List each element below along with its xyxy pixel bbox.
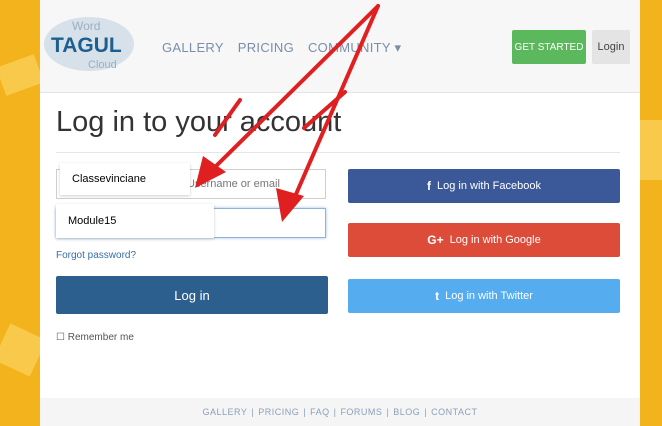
twitter-icon: t bbox=[435, 289, 440, 303]
tagul-logo[interactable]: Word TAGUL Cloud bbox=[42, 14, 136, 74]
footer-forums[interactable]: FORUMS bbox=[340, 407, 382, 417]
page-frame: Word TAGUL Cloud GALLERY PRICING COMMUNI… bbox=[40, 0, 640, 426]
login-button[interactable]: Log in bbox=[56, 276, 328, 314]
footer-contact[interactable]: CONTACT bbox=[431, 407, 477, 417]
divider bbox=[56, 152, 620, 153]
nav-community[interactable]: COMMUNITY ▾ bbox=[308, 40, 401, 56]
google-plus-icon: G+ bbox=[427, 233, 444, 247]
background-stripe bbox=[640, 120, 662, 180]
page-title: Log in to your account bbox=[56, 106, 342, 138]
twitter-login-label: Log in with Twitter bbox=[445, 290, 533, 302]
forgot-password-link[interactable]: Forgot password? bbox=[56, 250, 136, 261]
google-login-button[interactable]: G+ Log in with Google bbox=[348, 223, 620, 257]
nav-gallery[interactable]: GALLERY bbox=[162, 40, 224, 55]
header-login-button[interactable]: Login bbox=[592, 30, 630, 64]
footer-blog[interactable]: BLOG bbox=[393, 407, 420, 417]
logo-word: Word bbox=[72, 19, 100, 33]
twitter-login-button[interactable]: t Log in with Twitter bbox=[348, 279, 620, 313]
google-login-label: Log in with Google bbox=[449, 234, 541, 246]
remember-me-checkbox[interactable]: ☐ Remember me bbox=[56, 332, 134, 343]
logo-text: TAGUL bbox=[51, 34, 122, 57]
site-header: Word TAGUL Cloud GALLERY PRICING COMMUNI… bbox=[40, 0, 640, 93]
footer-pricing[interactable]: PRICING bbox=[258, 407, 299, 417]
facebook-login-button[interactable]: f Log in with Facebook bbox=[348, 169, 620, 203]
background-stripe bbox=[0, 54, 44, 96]
facebook-icon: f bbox=[427, 179, 432, 193]
footer-gallery[interactable]: GALLERY bbox=[203, 407, 248, 417]
autofill-password[interactable]: Module15 bbox=[56, 204, 214, 238]
autofill-username[interactable]: Classevinciane bbox=[60, 163, 190, 195]
remember-me-label: Remember me bbox=[67, 332, 134, 343]
footer-faq[interactable]: FAQ bbox=[310, 407, 330, 417]
get-started-button[interactable]: GET STARTED bbox=[512, 30, 586, 64]
main-nav: GALLERY PRICING COMMUNITY ▾ bbox=[162, 40, 411, 56]
facebook-login-label: Log in with Facebook bbox=[437, 180, 541, 192]
logo-cloud: Cloud bbox=[88, 59, 117, 71]
site-footer: GALLERY | PRICING | FAQ | FORUMS | BLOG | CON… bbox=[40, 398, 640, 426]
nav-pricing[interactable]: PRICING bbox=[238, 40, 294, 55]
